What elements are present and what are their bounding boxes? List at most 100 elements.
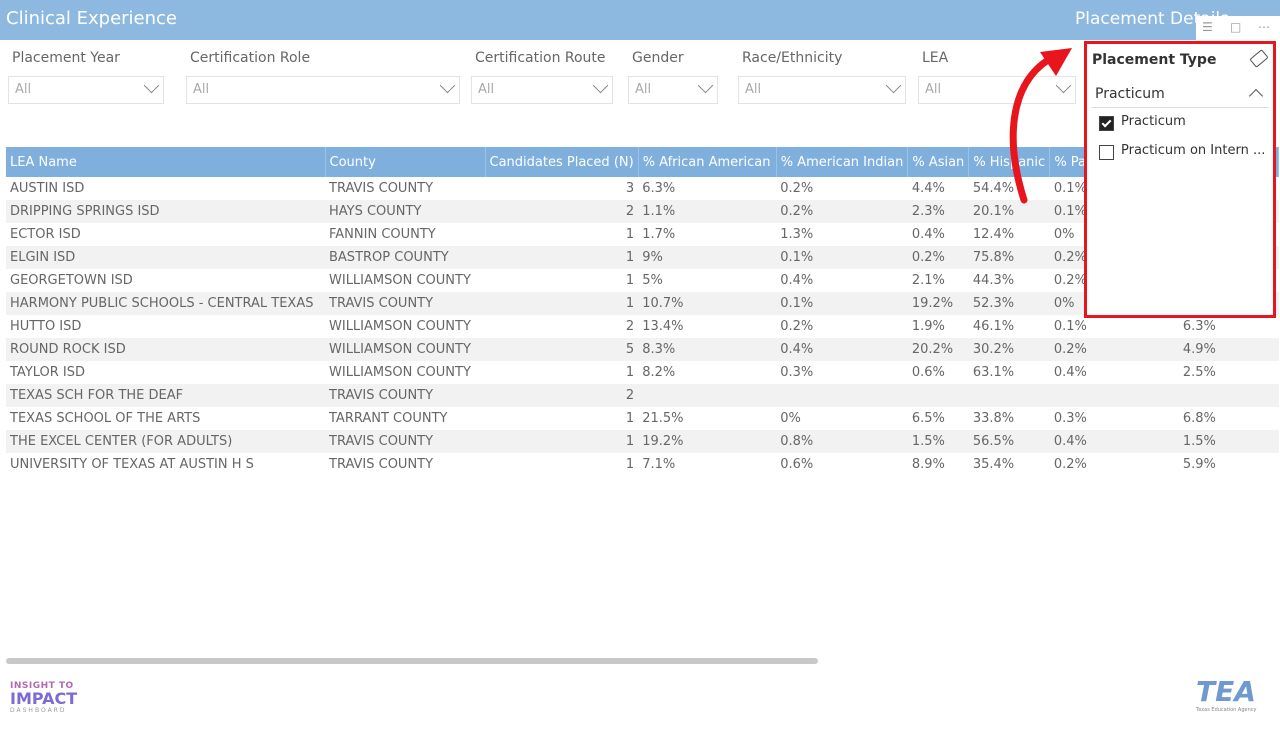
- chevron-down-icon: [439, 77, 456, 94]
- race-ethnicity-dropdown[interactable]: All: [738, 76, 906, 104]
- column-header[interactable]: % American Indian: [776, 147, 909, 177]
- table-cell: 1: [485, 246, 639, 269]
- table-row[interactable]: HUTTO ISD WILLIAMSON COUNTY 2 13.4% 0.2% 1.9%…: [6, 315, 1279, 338]
- table-cell: 0.2%: [776, 200, 908, 223]
- table-cell: TEXAS SCH FOR THE DEAF: [6, 384, 325, 407]
- tea-logo: TEA Texas Education Agency: [1196, 675, 1257, 714]
- column-header[interactable]: Candidates Placed (N): [485, 147, 639, 177]
- clear-selections-icon[interactable]: [1249, 49, 1269, 68]
- table-cell: TRAVIS COUNTY: [325, 292, 485, 315]
- table-cell: [776, 384, 908, 407]
- table-cell: 5.9%: [1182, 457, 1216, 472]
- filter-value: All: [925, 82, 942, 97]
- table-cell: 0.3%: [1053, 411, 1087, 426]
- table-cell: 0.8%: [776, 430, 908, 453]
- table-row[interactable]: THE EXCEL CENTER (FOR ADULTS) TRAVIS COUN…: [6, 430, 1279, 453]
- table-cell: 2.3%: [907, 200, 969, 223]
- table-cell: 20.1%: [968, 200, 1050, 223]
- table-cell: UNIVERSITY OF TEXAS AT AUSTIN H S: [10, 457, 254, 472]
- table-cell: 0.2%: [1053, 457, 1087, 472]
- table-row[interactable]: TAYLOR ISD WILLIAMSON COUNTY 1 8.2% 0.3% 0.6%…: [6, 361, 1279, 384]
- column-header[interactable]: LEA Name: [6, 147, 326, 177]
- table-cell: 0.6%: [780, 457, 814, 472]
- placement-type-dropdown[interactable]: Practicum: [1091, 81, 1269, 108]
- chevron-down-icon: [1055, 77, 1072, 94]
- option-label: Practicum on Intern ...: [1121, 143, 1266, 158]
- table-cell: 1: [625, 411, 635, 426]
- filter-value: All: [193, 82, 210, 97]
- table-cell: [907, 384, 969, 407]
- placement-year-dropdown[interactable]: All: [8, 76, 164, 104]
- more-options-icon[interactable]: ⋯: [1258, 20, 1270, 34]
- report-header-bar: Clinical Experience Placement Details: [0, 0, 1280, 40]
- table-cell: TARRANT COUNTY: [329, 411, 448, 426]
- table-cell: 7.1%: [642, 457, 676, 472]
- slicer-title: Placement Type: [1092, 52, 1217, 68]
- focus-mode-icon[interactable]: □: [1230, 20, 1241, 34]
- table-cell: 1: [625, 273, 635, 288]
- table-cell: TRAVIS COUNTY: [325, 384, 485, 407]
- table-cell: 2.5%: [1182, 365, 1216, 380]
- filter-placement-year: Placement Year All: [8, 48, 164, 104]
- certification-role-dropdown[interactable]: All: [186, 76, 460, 104]
- column-header[interactable]: % Hispanic: [968, 147, 1051, 177]
- filter-icon[interactable]: ☰: [1202, 20, 1213, 34]
- table-row[interactable]: TEXAS SCHOOL OF THE ARTS TARRANT COUNTY 1 2…: [6, 407, 1279, 430]
- table-cell: 3: [625, 181, 635, 196]
- table-cell: FANNIN COUNTY: [329, 227, 436, 242]
- filter-label: Race/Ethnicity: [742, 50, 843, 66]
- table-cell: [1169, 338, 1179, 361]
- filter-value: All: [745, 82, 762, 97]
- table-cell: [1170, 315, 1179, 338]
- horizontal-scrollbar[interactable]: [6, 658, 818, 664]
- table-cell: [638, 384, 777, 407]
- table-cell: 1: [625, 457, 635, 472]
- chevron-down-icon: [592, 77, 609, 94]
- gender-dropdown[interactable]: All: [628, 76, 718, 104]
- checkbox-checked-icon[interactable]: [1099, 116, 1114, 131]
- table-cell: 0%: [780, 411, 801, 426]
- table-cell: 0.1%: [1053, 319, 1087, 334]
- table-cell: 0.2%: [780, 181, 814, 196]
- table-cell: 0.4%: [1049, 430, 1170, 453]
- filter-label: Placement Year: [12, 50, 120, 66]
- chevron-down-icon: [697, 77, 714, 94]
- table-row[interactable]: TEXAS SCH FOR THE DEAF TRAVIS COUNTY 2: [6, 384, 1279, 407]
- table-cell: HARMONY PUBLIC SCHOOLS - CENTRAL TEXAS: [6, 292, 325, 315]
- checkbox-icon[interactable]: [1099, 145, 1114, 160]
- table-cell: TRAVIS COUNTY: [325, 430, 485, 453]
- table-cell: 1.7%: [642, 227, 676, 242]
- table-cell: 6.3%: [1182, 319, 1216, 334]
- table-cell: [1170, 453, 1179, 476]
- filter-value: All: [478, 82, 495, 97]
- column-header[interactable]: % African American: [638, 147, 777, 177]
- table-row[interactable]: UNIVERSITY OF TEXAS AT AUSTIN H S TRAVIS …: [6, 453, 1279, 476]
- table-cell: 2: [485, 384, 639, 407]
- table-cell: 33.8%: [972, 411, 1015, 426]
- table-cell: 9%: [638, 246, 777, 269]
- table-cell: WILLIAMSON COUNTY: [325, 338, 485, 361]
- table-cell: 46.1%: [972, 319, 1015, 334]
- table-cell: 6.5%: [911, 411, 945, 426]
- certification-route-dropdown[interactable]: All: [471, 76, 613, 104]
- table-cell: 0.1%: [776, 246, 908, 269]
- lea-dropdown[interactable]: All: [918, 76, 1076, 104]
- table-cell: 1.1%: [638, 200, 777, 223]
- column-header[interactable]: % Asian: [907, 147, 970, 177]
- chevron-up-icon: [1248, 88, 1264, 104]
- table-cell: [968, 384, 1050, 407]
- table-cell: 52.3%: [968, 292, 1050, 315]
- column-header[interactable]: County: [325, 147, 486, 177]
- table-cell: TEXAS SCHOOL OF THE ARTS: [10, 411, 201, 426]
- table-cell: [1169, 384, 1179, 407]
- table-cell: 0.3%: [780, 365, 814, 380]
- table-cell: 75.8%: [968, 246, 1050, 269]
- table-cell: THE EXCEL CENTER (FOR ADULTS): [6, 430, 325, 453]
- table-cell: 1: [485, 292, 639, 315]
- insight-to-impact-logo: INSIGHT TO IMPACT DASHBOARD: [10, 681, 78, 714]
- filter-label: Certification Route: [475, 50, 606, 66]
- table-cell: 1.3%: [780, 227, 814, 242]
- table-cell: 8.3%: [638, 338, 777, 361]
- filter-value: All: [635, 82, 652, 97]
- table-row[interactable]: ROUND ROCK ISD WILLIAMSON COUNTY 5 8.3% 0.4%…: [6, 338, 1279, 361]
